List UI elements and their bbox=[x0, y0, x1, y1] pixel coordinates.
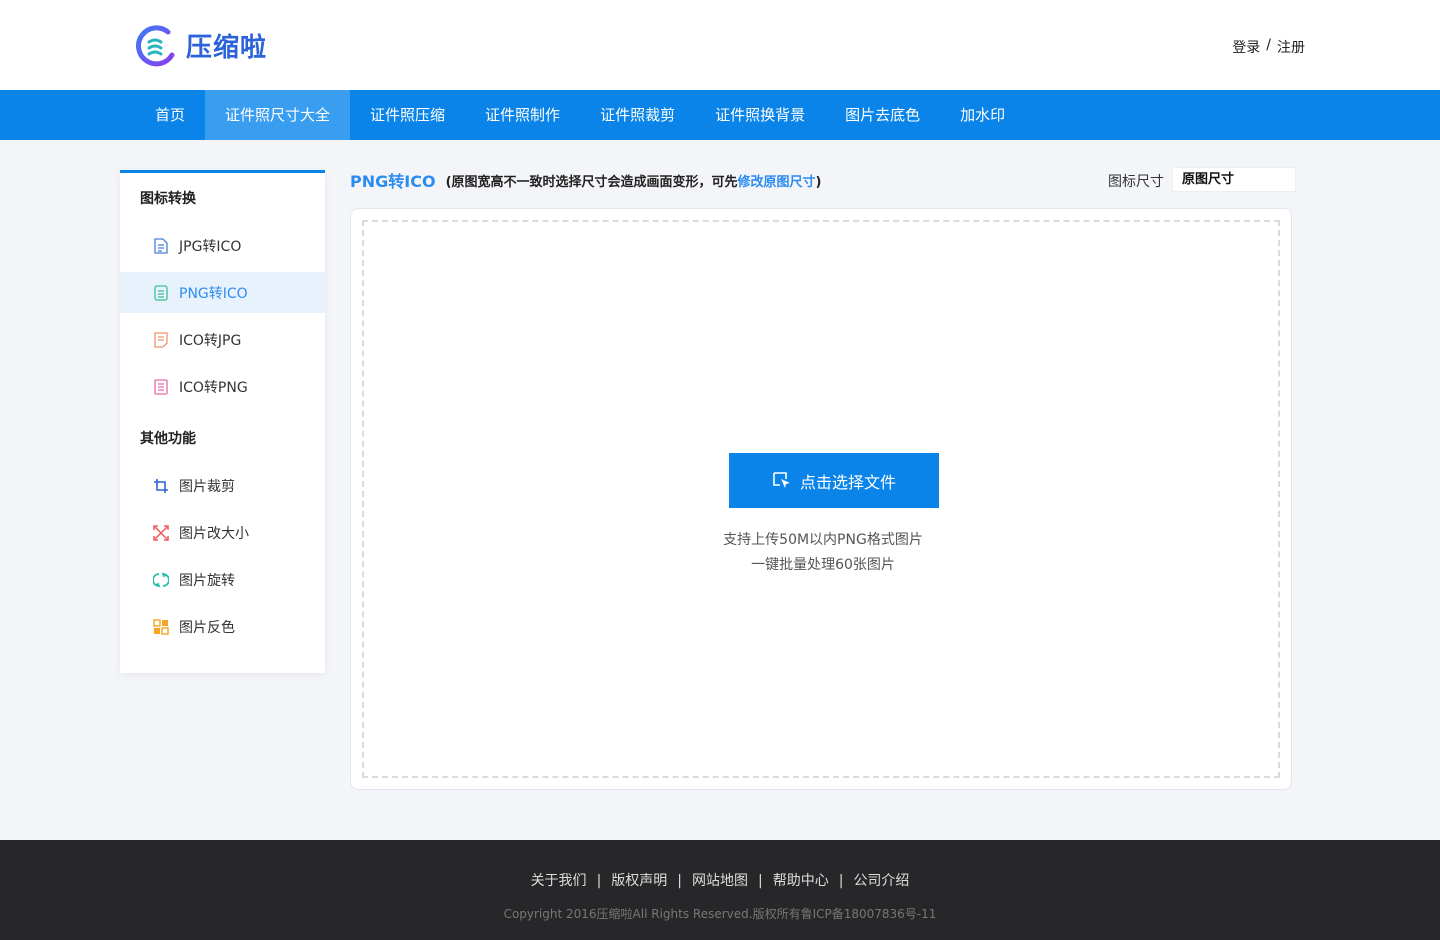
icon-size-select[interactable]: 原图尺寸 bbox=[1172, 167, 1296, 192]
sidebar-group-title: 图标转换 bbox=[140, 191, 196, 207]
batch-hint: 一键批量处理60张图片 bbox=[751, 557, 895, 573]
footer-link-sitemap[interactable]: 网站地图 bbox=[692, 873, 748, 889]
nav-item-id-photo-compress[interactable]: 证件照压缩 bbox=[350, 90, 465, 140]
sidebar: 图标转换 JPG转ICO PNG转ICO ICO转JPG ICO转PNG 其他功… bbox=[120, 170, 325, 673]
logo-icon bbox=[136, 25, 175, 67]
note-close: ) bbox=[815, 174, 822, 190]
sidebar-item-resize[interactable]: 图片改大小 bbox=[120, 512, 325, 553]
auth-links: 登录 / 注册 bbox=[1232, 37, 1305, 57]
copyright: Copyright 2016压缩啦All Rights Reserved.版权所… bbox=[503, 907, 937, 921]
resize-icon bbox=[153, 524, 169, 541]
invert-icon bbox=[153, 618, 169, 635]
nav-item-id-photo-crop[interactable]: 证件照裁剪 bbox=[580, 90, 695, 140]
page-title: PNG转ICO bbox=[350, 172, 436, 191]
sidebar-item-label: ICO转JPG bbox=[179, 332, 242, 349]
upload-card: 点击选择文件 支持上传50M以内PNG格式图片 一键批量处理60张图片 bbox=[350, 208, 1292, 790]
sidebar-item-label: 图片改大小 bbox=[179, 525, 249, 542]
footer-separator: | bbox=[596, 873, 602, 889]
login-link[interactable]: 登录 bbox=[1232, 37, 1260, 57]
footer-separator: | bbox=[838, 873, 844, 889]
file-doc-icon bbox=[153, 331, 169, 348]
cursor-select-icon bbox=[773, 471, 790, 488]
crop-icon bbox=[153, 478, 169, 494]
file-doc-icon bbox=[153, 378, 169, 395]
nav-item-id-photo-make[interactable]: 证件照制作 bbox=[465, 90, 580, 140]
sidebar-item-label: PNG转ICO bbox=[179, 285, 248, 302]
sidebar-item-invert[interactable]: 图片反色 bbox=[120, 606, 325, 647]
nav-item-id-photo-background[interactable]: 证件照换背景 bbox=[695, 90, 825, 140]
sidebar-item-label: 图片裁剪 bbox=[179, 478, 235, 495]
nav-item-remove-bg[interactable]: 图片去底色 bbox=[825, 90, 940, 140]
footer-link-help[interactable]: 帮助中心 bbox=[773, 873, 829, 889]
sidebar-item-label: JPG转ICO bbox=[179, 238, 242, 255]
select-file-button[interactable]: 点击选择文件 bbox=[729, 453, 939, 508]
footer-link-copyright[interactable]: 版权声明 bbox=[611, 873, 667, 889]
header: 压缩啦 登录 / 注册 bbox=[0, 0, 1440, 90]
select-file-label: 点击选择文件 bbox=[799, 472, 896, 492]
icon-size-label: 图标尺寸 bbox=[1108, 174, 1164, 190]
logo[interactable]: 压缩啦 bbox=[134, 22, 267, 68]
auth-separator: / bbox=[1266, 37, 1271, 53]
nav-item-id-photo-sizes[interactable]: 证件照尺寸大全 bbox=[205, 90, 351, 140]
main-nav: 首页 证件照尺寸大全 证件照压缩 证件照制作 证件照裁剪 证件照换背景 图片去底… bbox=[0, 90, 1440, 140]
file-doc-icon bbox=[153, 284, 169, 301]
sidebar-item-ico-to-png[interactable]: ICO转PNG bbox=[120, 366, 325, 407]
nav-item-watermark[interactable]: 加水印 bbox=[940, 90, 1025, 140]
sidebar-item-ico-to-jpg[interactable]: ICO转JPG bbox=[120, 319, 325, 360]
logo-text: 压缩啦 bbox=[186, 32, 268, 63]
dropzone[interactable]: 点击选择文件 支持上传50M以内PNG格式图片 一键批量处理60张图片 bbox=[362, 220, 1280, 778]
sidebar-item-rotate[interactable]: 图片旋转 bbox=[120, 559, 325, 600]
sidebar-item-jpg-to-ico[interactable]: JPG转ICO bbox=[120, 225, 325, 266]
sidebar-group-title: 其他功能 bbox=[140, 431, 196, 447]
note-text: (原图宽高不一致时选择尺寸会造成画面变形，可先 bbox=[445, 174, 738, 190]
footer-separator: | bbox=[677, 873, 682, 889]
page-title-row: PNG转ICO (原图宽高不一致时选择尺寸会造成画面变形，可先修改原图尺寸) bbox=[350, 170, 822, 191]
register-link[interactable]: 注册 bbox=[1277, 37, 1305, 57]
footer: 关于我们 | 版权声明 | 网站地图 | 帮助中心 | 公司介绍 Copyright 2016压… bbox=[0, 840, 1440, 940]
nav-item-home[interactable]: 首页 bbox=[135, 90, 205, 140]
upload-hint: 支持上传50M以内PNG格式图片 bbox=[723, 532, 923, 548]
sidebar-item-crop[interactable]: 图片裁剪 bbox=[120, 465, 325, 506]
page-note: (原图宽高不一致时选择尺寸会造成画面变形，可先修改原图尺寸) bbox=[446, 171, 822, 190]
sidebar-item-label: 图片反色 bbox=[179, 619, 235, 636]
footer-link-company[interactable]: 公司介绍 bbox=[853, 873, 909, 889]
sidebar-item-label: ICO转PNG bbox=[179, 379, 248, 396]
sidebar-item-label: 图片旋转 bbox=[179, 572, 235, 589]
footer-links: 关于我们 | 版权声明 | 网站地图 | 帮助中心 | 公司介绍 bbox=[0, 870, 1440, 890]
footer-link-about[interactable]: 关于我们 bbox=[531, 873, 587, 889]
sidebar-item-png-to-ico[interactable]: PNG转ICO bbox=[120, 272, 325, 313]
footer-separator: | bbox=[758, 873, 763, 889]
resize-original-link[interactable]: 修改原图尺寸 bbox=[738, 175, 816, 190]
file-doc-icon bbox=[153, 237, 169, 254]
rotate-icon bbox=[153, 571, 169, 588]
